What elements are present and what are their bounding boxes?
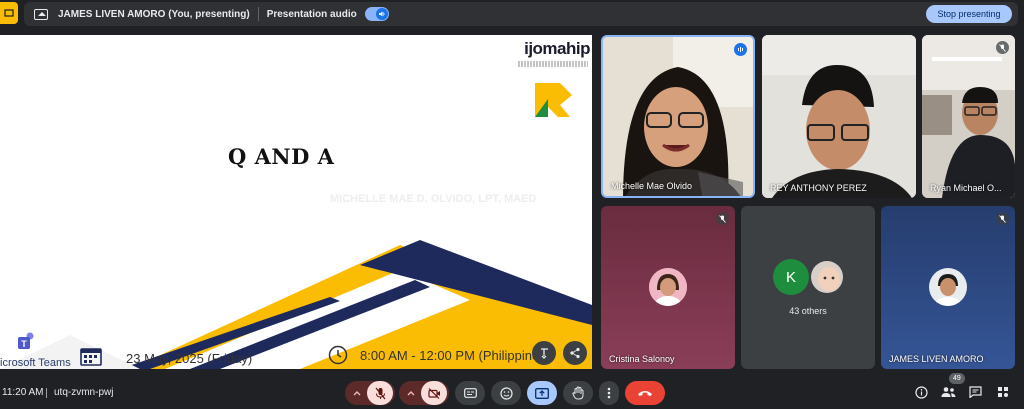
present-now-button[interactable] — [527, 381, 557, 405]
mic-control-group — [345, 381, 395, 405]
teams-label: icrosoft Teams — [0, 357, 71, 369]
meet-window: JAMES LIVEN AMORO (You, presenting) Pres… — [0, 0, 1024, 409]
meeting-code: utq-zvmn-pwj — [54, 387, 114, 398]
end-call-icon — [638, 391, 652, 396]
avatar — [649, 268, 687, 306]
svg-text:T: T — [21, 339, 27, 349]
shared-slide: ijomahip Q AND A MICHELLE MAE D. OLVIDO,… — [0, 35, 592, 369]
avatar — [809, 259, 845, 295]
participant-video — [762, 35, 916, 198]
chevron-up-icon — [353, 391, 361, 396]
participant-tile[interactable]: Cristina Salonoy — [601, 206, 735, 369]
participant-video — [603, 37, 753, 196]
stop-presenting-button[interactable]: Stop presenting — [926, 5, 1012, 23]
chevron-up-icon — [407, 391, 415, 396]
participant-tile[interactable]: REY ANTHONY PEREZ — [762, 35, 916, 198]
raise-hand-icon — [572, 386, 584, 400]
participant-video — [922, 35, 1015, 198]
people-count-badge: 49 — [949, 373, 965, 384]
mic-off-icon — [996, 212, 1009, 225]
camera-options-button[interactable] — [401, 390, 421, 396]
participant-tile[interactable]: Michelle Mae Olvido — [601, 35, 755, 198]
presenter-name: JAMES LIVEN AMORO (You, presenting) — [58, 8, 250, 20]
others-tile[interactable]: K 43 others — [741, 206, 875, 369]
participant-name: Michelle Mae Olvido — [611, 181, 693, 191]
chat-button[interactable] — [967, 384, 983, 400]
presenter-credit: MICHELLE MAE D. OLVIDO, LPT, MAED — [330, 193, 537, 205]
end-call-button[interactable] — [625, 381, 665, 405]
mic-options-button[interactable] — [347, 390, 367, 396]
emoji-icon — [499, 386, 513, 400]
presenting-indicator-icon — [0, 2, 18, 24]
ijomahip-logo: ijomahip — [524, 39, 590, 58]
people-icon — [941, 387, 955, 397]
captions-button[interactable] — [455, 381, 485, 405]
participant-tile[interactable]: Ryan Michael O... — [922, 35, 1015, 198]
captions-icon — [463, 388, 477, 398]
participant-name: Ryan Michael O... — [930, 183, 1002, 193]
event-time: 8:00 AM - 12:00 PM (Philippine — [360, 348, 540, 363]
mic-off-icon — [716, 212, 729, 225]
more-options-icon — [607, 387, 611, 399]
participant-name: REY ANTHONY PEREZ — [770, 183, 867, 193]
divider — [46, 388, 47, 398]
mic-off-icon — [375, 387, 385, 399]
logo-subtitle — [518, 61, 588, 67]
current-time: 11:20 AM — [2, 387, 44, 398]
present-now-icon — [535, 387, 549, 399]
presenting-bar: JAMES LIVEN AMORO (You, presenting) Pres… — [0, 0, 1024, 30]
divider — [257, 7, 259, 21]
teams-logo-icon: T — [18, 332, 34, 349]
slide-title: Q AND A — [228, 144, 335, 169]
others-count: 43 others — [789, 306, 827, 316]
pin-button[interactable] — [532, 341, 556, 365]
event-date: 23 May, 2025 (Friday) — [126, 351, 253, 366]
raise-hand-button[interactable] — [563, 381, 593, 405]
camera-control-group — [399, 381, 449, 405]
info-icon — [914, 385, 928, 399]
camera-toggle-button[interactable] — [421, 381, 447, 405]
presentation-audio-label: Presentation audio — [266, 8, 357, 20]
share-icon — [570, 347, 580, 359]
clock-icon — [328, 345, 348, 365]
speaking-indicator-icon — [734, 43, 747, 56]
meeting-details-button[interactable] — [913, 384, 929, 400]
pin-icon — [541, 348, 548, 359]
chat-icon — [968, 386, 982, 398]
calendar-icon — [80, 348, 102, 366]
speaker-icon — [375, 8, 388, 20]
participant-name: JAMES LIVEN AMORO — [889, 354, 984, 364]
mic-off-icon — [996, 41, 1009, 54]
presenting-pill: JAMES LIVEN AMORO (You, presenting) Pres… — [24, 2, 1018, 26]
participant-name: Cristina Salonoy — [609, 354, 675, 364]
activities-button[interactable] — [995, 384, 1011, 400]
people-button[interactable] — [940, 384, 956, 400]
present-icon — [34, 8, 48, 20]
more-options-button[interactable] — [599, 381, 619, 405]
presentation-audio-toggle[interactable] — [364, 7, 389, 21]
avatar: K — [773, 259, 809, 295]
participant-tile[interactable]: JAMES LIVEN AMORO — [881, 206, 1015, 369]
avatar — [929, 268, 967, 306]
bottom-bar: 11:20 AM utq-zvmn-pwj — [0, 376, 1024, 409]
reactions-button[interactable] — [491, 381, 521, 405]
mic-toggle-button[interactable] — [367, 381, 393, 405]
camera-off-icon — [427, 387, 440, 399]
share-button[interactable] — [563, 341, 587, 365]
activities-icon — [998, 387, 1008, 397]
